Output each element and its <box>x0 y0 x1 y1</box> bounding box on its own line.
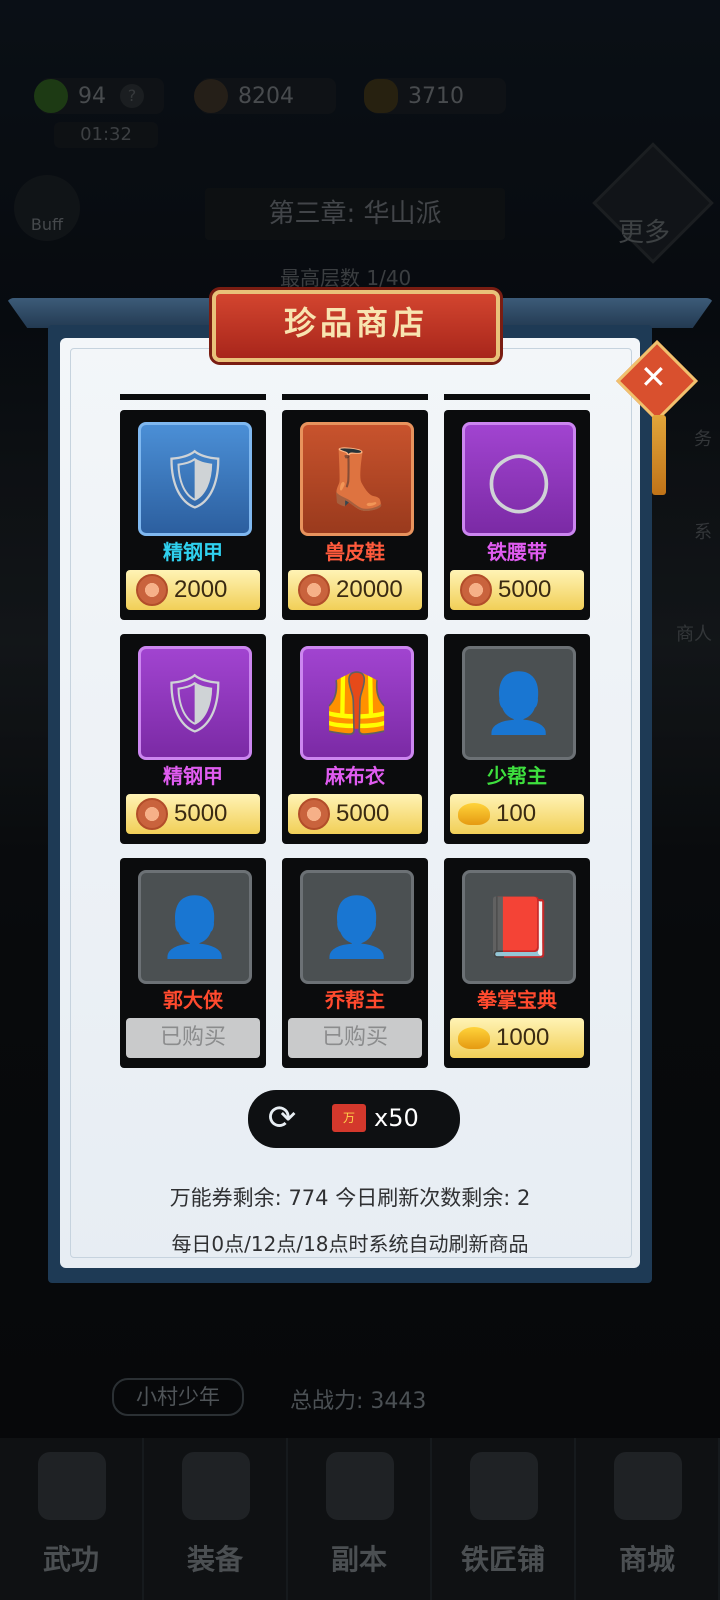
shop-item-card[interactable]: 🦺 麻布衣 5000 <box>282 634 428 844</box>
item-glyph-icon: 👤 <box>320 893 394 961</box>
nav-dungeon[interactable]: 副本 <box>288 1438 432 1600</box>
nav-label: 商城 <box>618 1543 675 1576</box>
item-price: 5000 <box>336 800 390 827</box>
item-name: 麻布衣 <box>325 764 385 788</box>
refresh-icon[interactable]: ⟳ <box>264 1100 300 1136</box>
tassel-decoration <box>652 415 666 495</box>
nav-label: 装备 <box>186 1543 243 1576</box>
item-glyph-icon: 📕 <box>482 893 556 961</box>
bottom-nav: 武功 装备 副本 铁匠铺 商城 <box>0 1438 720 1600</box>
item-icon: 📕 <box>462 870 576 984</box>
shop-icon <box>614 1452 682 1520</box>
item-price: 5000 <box>498 576 552 603</box>
item-icon: 👤 <box>300 870 414 984</box>
buy-button[interactable]: 2000 <box>126 570 260 610</box>
nav-label: 武功 <box>42 1543 99 1576</box>
item-name: 铁腰带 <box>487 540 547 564</box>
purchased-label: 已购买 <box>126 1018 260 1058</box>
scroll-edge <box>120 394 266 400</box>
item-price: 1000 <box>496 1024 550 1051</box>
item-price: 100 <box>496 800 537 827</box>
nav-martial-arts[interactable]: 武功 <box>0 1438 144 1600</box>
item-name: 乔帮主 <box>325 988 385 1012</box>
nav-label: 副本 <box>330 1543 387 1576</box>
scroll-edge <box>282 394 428 400</box>
total-power: 总战力: 3443 <box>290 1389 427 1414</box>
shop-title-banner: 珍品商店 <box>212 290 500 362</box>
buy-button[interactable]: 5000 <box>288 794 422 834</box>
auto-refresh-text: 每日0点/12点/18点时系统自动刷新商品 <box>171 1232 529 1256</box>
buy-button[interactable]: 20000 <box>288 570 422 610</box>
item-name: 精钢甲 <box>163 540 223 564</box>
copper-coin-icon <box>298 574 330 606</box>
item-name: 郭大侠 <box>163 988 223 1012</box>
scroll-icon <box>38 1452 106 1520</box>
item-price: 2000 <box>174 576 228 603</box>
ticket-icon: 万 <box>332 1104 366 1132</box>
nav-equipment[interactable]: 装备 <box>144 1438 288 1600</box>
item-glyph-icon: 👤 <box>158 893 232 961</box>
shop-item-card[interactable]: 👤 郭大侠已购买 <box>120 858 266 1068</box>
item-icon: 🦺 <box>300 646 414 760</box>
shop-item-card[interactable]: 🛡 精钢甲 5000 <box>120 634 266 844</box>
item-icon: 👢 <box>300 422 414 536</box>
item-name: 少帮主 <box>487 764 547 788</box>
item-glyph-icon: 👤 <box>482 669 556 737</box>
copper-coin-icon <box>298 798 330 830</box>
item-glyph-icon: ◯ <box>486 445 552 513</box>
refresh-cost: x50 <box>374 1104 419 1132</box>
shop-title: 珍品商店 <box>283 304 428 342</box>
copper-coin-icon <box>136 574 168 606</box>
hammer-icon <box>470 1452 538 1520</box>
gold-ingot-icon <box>458 1027 490 1049</box>
item-icon: ◯ <box>462 422 576 536</box>
hero-name[interactable]: 小村少年 <box>112 1378 244 1416</box>
buy-button[interactable]: 5000 <box>126 794 260 834</box>
buy-button[interactable]: 100 <box>450 794 584 834</box>
ticket-remaining-text: 万能券剩余: 774 今日刷新次数剩余: 2 <box>169 1186 531 1210</box>
item-name: 精钢甲 <box>163 764 223 788</box>
shop-item-card[interactable]: ◯ 铁腰带 5000 <box>444 394 590 620</box>
nav-label: 铁匠铺 <box>460 1543 545 1576</box>
nav-mall[interactable]: 商城 <box>576 1438 720 1600</box>
item-glyph-icon: 🛡 <box>158 445 232 513</box>
nav-blacksmith[interactable]: 铁匠铺 <box>432 1438 576 1600</box>
scroll-edge <box>444 394 590 400</box>
armor-icon <box>182 1452 250 1520</box>
buy-button[interactable]: 1000 <box>450 1018 584 1058</box>
item-icon: 🛡 <box>138 422 252 536</box>
item-price: 5000 <box>174 800 228 827</box>
copper-coin-icon <box>136 798 168 830</box>
shop-item-card[interactable]: 👤 少帮主 100 <box>444 634 590 844</box>
swords-icon <box>326 1452 394 1520</box>
item-icon: 👤 <box>138 870 252 984</box>
close-icon[interactable]: ✕ <box>640 358 667 396</box>
item-name: 兽皮鞋 <box>325 540 385 564</box>
shop-item-card[interactable]: 📕 拳掌宝典 1000 <box>444 858 590 1068</box>
shop-item-card[interactable]: 👤 乔帮主已购买 <box>282 858 428 1068</box>
item-glyph-icon: 🦺 <box>320 669 394 737</box>
item-glyph-icon: 👢 <box>320 445 394 513</box>
shop-item-card[interactable]: 🛡 精钢甲 2000 <box>120 394 266 620</box>
item-glyph-icon: 🛡 <box>158 669 232 737</box>
purchased-label: 已购买 <box>288 1018 422 1058</box>
copper-coin-icon <box>460 574 492 606</box>
item-price: 20000 <box>336 576 403 603</box>
item-icon: 👤 <box>462 646 576 760</box>
item-name: 拳掌宝典 <box>477 988 557 1012</box>
gold-ingot-icon <box>458 803 490 825</box>
item-icon: 🛡 <box>138 646 252 760</box>
shop-item-card[interactable]: 👢 兽皮鞋 20000 <box>282 394 428 620</box>
buy-button[interactable]: 5000 <box>450 570 584 610</box>
